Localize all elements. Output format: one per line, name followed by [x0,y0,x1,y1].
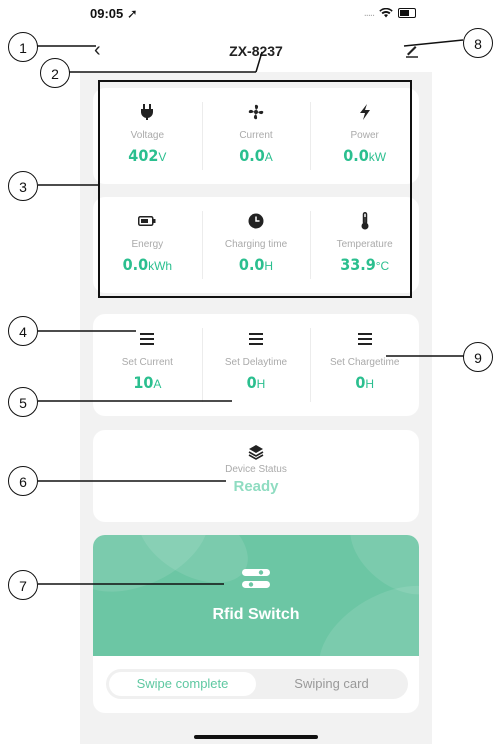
callout-7: 7 [8,570,38,600]
device-status-label: Device Status [225,464,287,475]
status-icons: ..... [364,7,416,19]
battery-status-icon [398,8,416,18]
menu-icon [357,333,372,345]
setting-delaytime[interactable]: Set Delaytime 0H [201,314,311,416]
layers-icon [248,445,264,460]
callout-9: 9 [463,342,493,372]
callout-1: 1 [8,32,38,62]
pencil-icon [406,46,418,58]
metrics-highlight-box [98,80,412,298]
device-status-card: Device Status Ready [93,430,419,522]
toggle-switch-icon [242,569,270,588]
location-arrow-icon: ➚ [126,6,138,21]
nav-bar: ‹ ZX-8237 [80,30,432,72]
tab-swipe-complete[interactable]: Swipe complete [109,672,256,696]
signal-icon: ..... [363,7,375,19]
status-time: 09:05 ➚ [90,6,138,21]
rfid-card: Rfid Switch Swipe complete Swiping card [93,535,419,713]
callout-8: 8 [463,28,493,58]
callout-5: 5 [8,387,38,417]
edit-button[interactable] [404,42,420,63]
tab-swiping-card[interactable]: Swiping card [258,672,405,696]
rfid-switch-label: Rfid Switch [212,606,300,623]
device-status-value: Ready [233,478,279,495]
settings-card: Set Current 10A Set Delaytime 0H Set Cha… [93,314,419,416]
home-indicator [194,735,318,739]
card-mode-tabs: Swipe complete Swiping card [106,669,408,699]
menu-icon [249,333,263,345]
setting-current[interactable]: Set Current 10A [93,314,202,416]
page-title: ZX-8237 [229,43,283,59]
callout-6: 6 [8,466,38,496]
menu-icon [140,333,155,345]
status-bar: 09:05 ➚ ..... [80,0,432,30]
rfid-switch-button[interactable]: Rfid Switch [93,535,419,656]
callout-4: 4 [8,316,38,346]
phone-screen: 09:05 ➚ ..... ‹ ZX-8237 Voltage 402V Cur… [80,0,432,744]
callout-3: 3 [8,171,38,201]
callout-2: 2 [40,58,70,88]
setting-chargetime[interactable]: Set Chargetime 0H [310,314,419,416]
wifi-icon [379,8,393,18]
